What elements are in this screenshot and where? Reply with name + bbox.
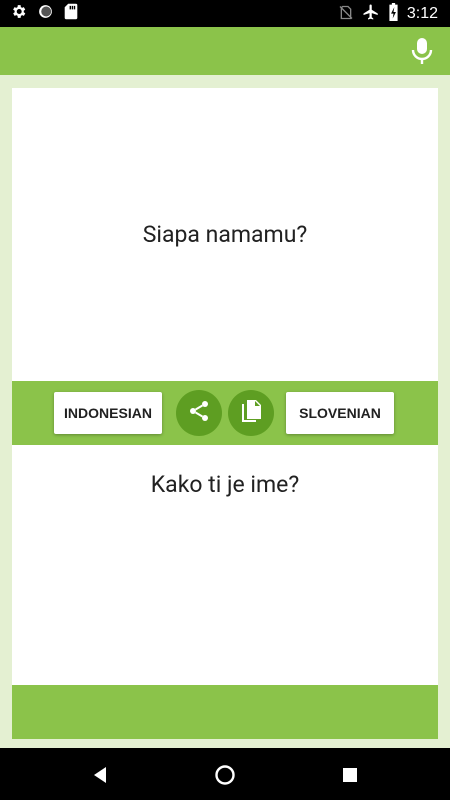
- circle-icon: [37, 3, 54, 24]
- navigation-bar: [0, 748, 450, 800]
- target-text: Kako ti je ime?: [150, 471, 300, 498]
- mic-button[interactable]: [410, 37, 434, 65]
- battery-charging-icon: [388, 3, 399, 25]
- back-icon: [90, 767, 110, 790]
- source-text: Siapa namamu?: [142, 221, 308, 248]
- share-button[interactable]: [176, 390, 222, 436]
- share-icon: [187, 399, 211, 427]
- status-bar: 3:12: [0, 0, 450, 27]
- source-language-button[interactable]: INDONESIAN: [54, 392, 162, 434]
- settings-icon: [10, 3, 27, 24]
- mic-icon: [410, 38, 434, 69]
- target-language-button[interactable]: SLOVENIAN: [286, 392, 394, 434]
- recents-button[interactable]: [340, 764, 362, 786]
- target-text-card[interactable]: Kako ti je ime?: [12, 445, 438, 685]
- airplane-icon: [362, 3, 380, 25]
- recents-icon: [340, 768, 360, 790]
- bottom-band: [12, 685, 438, 739]
- language-bar: INDONESIAN SLOVENIAN: [12, 381, 438, 445]
- home-icon: [214, 765, 236, 790]
- app-toolbar: [0, 27, 450, 75]
- copy-icon: [240, 399, 262, 427]
- copy-button[interactable]: [228, 390, 274, 436]
- source-text-card[interactable]: Siapa namamu?: [12, 88, 438, 382]
- sd-card-icon: [64, 3, 78, 24]
- no-sim-icon: [338, 4, 354, 25]
- home-button[interactable]: [214, 764, 236, 786]
- back-button[interactable]: [90, 764, 112, 786]
- status-clock: 3:12: [406, 5, 438, 22]
